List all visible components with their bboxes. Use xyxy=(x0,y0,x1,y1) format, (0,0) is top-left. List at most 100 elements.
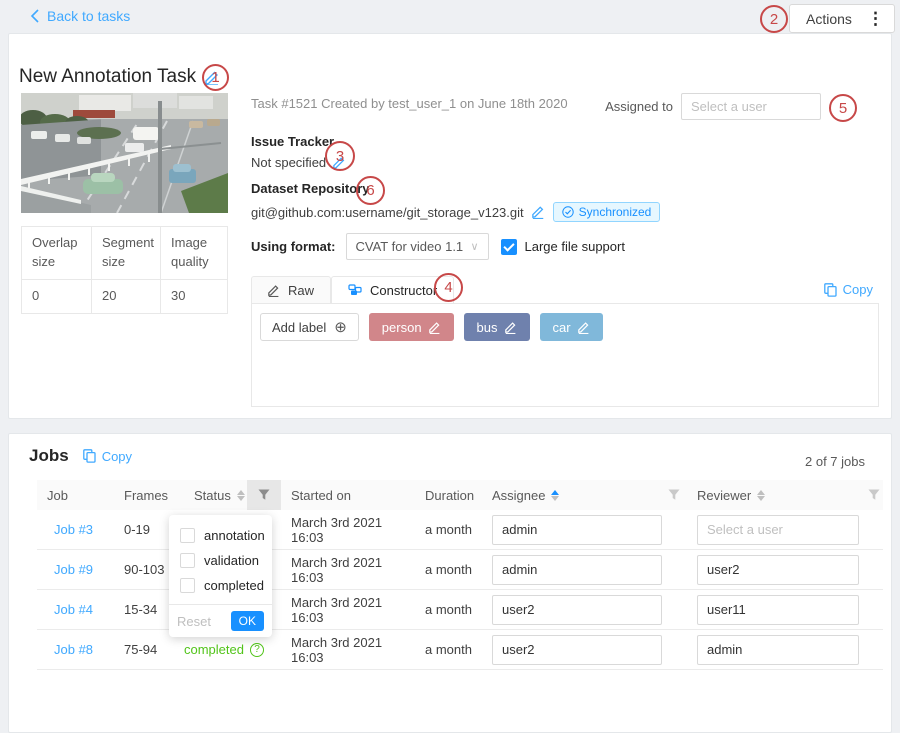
assignee-input[interactable] xyxy=(492,515,662,545)
status-completed-label: completed xyxy=(184,642,244,657)
started-cell: March 3rd 2021 16:03 xyxy=(281,550,415,589)
reviewer-input[interactable] xyxy=(697,515,859,545)
assignee-input[interactable] xyxy=(492,555,662,585)
add-label-text: Add label xyxy=(272,320,326,335)
back-link-label: Back to tasks xyxy=(47,8,130,24)
filter-option-label: validation xyxy=(204,553,259,568)
reviewer-input[interactable] xyxy=(697,555,859,585)
question-circle-icon: ? xyxy=(250,643,264,657)
col-started: Started on xyxy=(281,480,415,510)
filter-option-validation[interactable]: validation xyxy=(169,548,272,573)
sync-status-badge: Synchronized xyxy=(553,202,661,222)
edit-label-icon[interactable] xyxy=(578,321,590,334)
using-format-label: Using format: xyxy=(251,239,336,254)
checkbox-unchecked-icon[interactable] xyxy=(180,578,195,593)
assignee-sort-control[interactable] xyxy=(551,490,559,501)
col-duration: Duration xyxy=(415,480,482,510)
label-chip-car[interactable]: car xyxy=(540,313,603,341)
filter-ok-button[interactable]: OK xyxy=(231,611,264,631)
filter-option-label: completed xyxy=(204,578,264,593)
add-label-button[interactable]: Add label ⊕ xyxy=(260,313,359,341)
filter-option-annotation[interactable]: annotation xyxy=(169,523,272,548)
format-row: Using format: CVAT for video 1.1 ∨ Large… xyxy=(251,233,625,260)
task-meta: Task #1521 Created by test_user_1 on Jun… xyxy=(251,96,568,111)
checkbox-checked-icon xyxy=(501,239,517,255)
label-chip-bus[interactable]: bus xyxy=(464,313,530,341)
actions-label: Actions xyxy=(806,11,852,27)
status-sort-control[interactable] xyxy=(237,490,245,501)
reviewer-sort-control[interactable] xyxy=(757,490,765,501)
large-file-support-checkbox[interactable]: Large file support xyxy=(501,239,625,255)
param-value-overlap: 0 xyxy=(22,280,91,313)
param-header-overlap: Overlap size xyxy=(22,227,91,279)
reviewer-input[interactable] xyxy=(697,595,859,625)
tab-raw[interactable]: Raw xyxy=(251,276,331,304)
back-to-tasks-link[interactable]: Back to tasks xyxy=(30,8,130,24)
label-chip-person[interactable]: person xyxy=(369,313,454,341)
jobs-card: Jobs Copy 2 of 7 jobs Job Frames Status … xyxy=(8,433,892,733)
assignee-input[interactable] xyxy=(492,635,662,665)
edit-repository-icon[interactable] xyxy=(532,205,545,219)
plus-circle-icon: ⊕ xyxy=(334,320,347,335)
label-chip-name: person xyxy=(382,320,422,335)
edit-label-icon[interactable] xyxy=(505,321,517,334)
jobs-copy-button[interactable]: Copy xyxy=(83,449,132,464)
job-link[interactable]: Job #3 xyxy=(37,510,114,549)
assigned-to-input[interactable] xyxy=(681,93,821,120)
col-assignee: Assignee xyxy=(482,480,661,510)
dataset-repository-section: Dataset Repository git@github.com:userna… xyxy=(251,181,660,222)
labels-copy-button[interactable]: Copy xyxy=(824,282,873,297)
job-link[interactable]: Job #9 xyxy=(37,550,114,589)
annotation-circle-6: 6 xyxy=(356,176,385,205)
block-icon xyxy=(348,284,362,296)
back-chevron-icon xyxy=(30,9,39,23)
task-card: New Annotation Task xyxy=(8,33,892,419)
col-frames: Frames xyxy=(114,480,184,510)
checkbox-unchecked-icon[interactable] xyxy=(180,553,195,568)
param-value-segment: 20 xyxy=(91,280,160,313)
format-select[interactable]: CVAT for video 1.1 ∨ xyxy=(346,233,489,260)
sync-check-icon xyxy=(562,206,574,218)
pencil-icon xyxy=(268,284,280,297)
jobs-table-header: Job Frames Status Started on Duration As… xyxy=(37,480,883,510)
format-selected-value: CVAT for video 1.1 xyxy=(356,239,464,254)
tab-raw-label: Raw xyxy=(288,283,314,298)
assignee-filter-icon[interactable] xyxy=(661,480,687,510)
issue-tracker-value: Not specified xyxy=(251,155,326,170)
edit-label-icon[interactable] xyxy=(429,321,441,334)
table-row: Job #3 0-19 March 3rd 2021 16:03 a month xyxy=(37,510,883,550)
dataset-repository-heading: Dataset Repository xyxy=(251,181,660,196)
copy-icon xyxy=(824,283,837,297)
reviewer-filter-icon[interactable] xyxy=(865,480,883,510)
jobs-heading: Jobs xyxy=(29,446,69,466)
task-params-table: Overlap size Segment size Image quality … xyxy=(21,226,228,314)
checkbox-unchecked-icon[interactable] xyxy=(180,528,195,543)
jobs-table: Job Frames Status Started on Duration As… xyxy=(37,480,883,670)
status-filter-icon[interactable] xyxy=(247,480,281,510)
started-cell: March 3rd 2021 16:03 xyxy=(281,630,415,669)
duration-cell: a month xyxy=(415,590,482,629)
job-link[interactable]: Job #4 xyxy=(37,590,114,629)
assigned-to-label: Assigned to xyxy=(605,99,673,114)
copy-label: Copy xyxy=(843,282,873,297)
annotation-circle-1: 1 xyxy=(202,64,229,91)
kebab-menu-icon: ⋮ xyxy=(867,10,884,27)
label-constructor-panel: Add label ⊕ person bus car xyxy=(251,303,879,407)
assignee-input[interactable] xyxy=(492,595,662,625)
reviewer-input[interactable] xyxy=(697,635,859,665)
filter-option-completed[interactable]: completed xyxy=(169,573,272,598)
job-link[interactable]: Job #8 xyxy=(37,630,114,669)
table-row: Job #9 90-103 March 3rd 2021 16:03 a mon… xyxy=(37,550,883,590)
large-file-support-label: Large file support xyxy=(525,239,625,254)
duration-cell: a month xyxy=(415,630,482,669)
started-cell: March 3rd 2021 16:03 xyxy=(281,510,415,549)
filter-reset-button[interactable]: Reset xyxy=(177,614,211,629)
param-header-quality: Image quality xyxy=(160,227,227,279)
traffic-photo xyxy=(21,93,228,213)
task-title-row: New Annotation Task xyxy=(19,66,220,88)
params-header-row: Overlap size Segment size Image quality xyxy=(22,227,227,279)
status-filter-dropdown: annotation validation completed Reset OK xyxy=(169,515,272,637)
actions-button[interactable]: Actions ⋮ xyxy=(789,4,895,33)
annotation-circle-5: 5 xyxy=(829,94,857,122)
param-value-quality: 30 xyxy=(160,280,227,313)
